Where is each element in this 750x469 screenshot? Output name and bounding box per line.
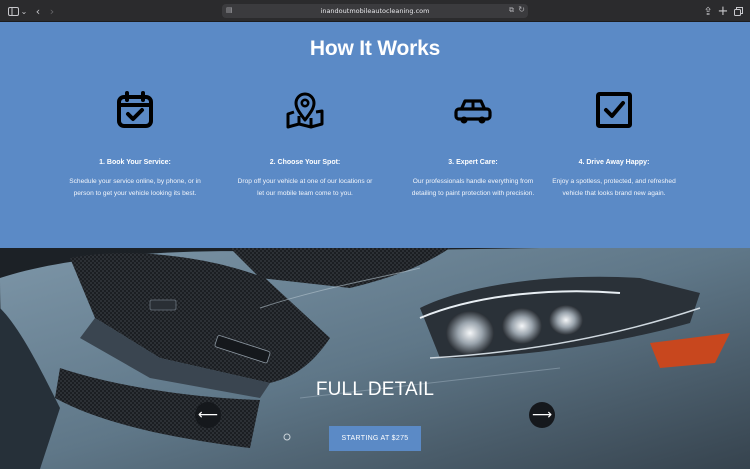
step-text: Drop off your vehicle at one of our loca… bbox=[237, 178, 373, 197]
step-drive-away: 4. Drive Away Happy: Enjoy a spotless, p… bbox=[544, 90, 684, 199]
step-heading: 2. Choose Your Spot: bbox=[269, 159, 341, 166]
back-icon[interactable]: ‹ bbox=[32, 0, 44, 22]
hero-slider: FULL DETAIL ⟵ ⟶ STARTING AT $275 bbox=[0, 248, 750, 469]
forward-icon: › bbox=[49, 4, 55, 18]
section-title: How It Works bbox=[309, 37, 441, 60]
step-heading: 3. Expert Care: bbox=[448, 159, 498, 166]
pricing-cta-button[interactable]: STARTING AT $275 bbox=[329, 426, 421, 451]
step-expert-care: 3. Expert Care: Our professionals handle… bbox=[403, 90, 543, 199]
translate-icon[interactable]: ⧉ bbox=[509, 6, 514, 15]
step-heading: 4. Drive Away Happy: bbox=[578, 159, 650, 166]
step-text: Enjoy a spotless, protected, and refresh… bbox=[552, 178, 676, 197]
checkbox-icon bbox=[594, 90, 634, 130]
how-it-works-section: How It Works 1. Book Your Service: Sched… bbox=[0, 22, 750, 248]
car-icon bbox=[453, 90, 493, 130]
step-choose-spot: 2. Choose Your Spot: Drop off your vehic… bbox=[235, 90, 375, 199]
new-tab-icon[interactable]: + bbox=[717, 0, 729, 22]
reload-icon[interactable]: ↻ bbox=[518, 5, 525, 14]
next-slide-button[interactable]: ⟶ bbox=[529, 402, 555, 428]
step-heading: 1. Book Your Service: bbox=[99, 159, 171, 166]
map-pin-icon bbox=[285, 90, 325, 130]
url-text[interactable]: inandoutmobileautocleaning.com bbox=[222, 4, 528, 18]
browser-toolbar: ⌄ ‹ › ▤ inandoutmobileautocleaning.com ⧉… bbox=[0, 0, 750, 22]
share-icon[interactable]: ⇪ bbox=[702, 0, 714, 22]
address-bar[interactable]: ▤ inandoutmobileautocleaning.com ⧉ ↻ bbox=[222, 4, 528, 18]
step-text: Schedule your service online, by phone, … bbox=[69, 178, 201, 197]
calendar-check-icon bbox=[115, 90, 155, 130]
tabs-icon[interactable] bbox=[732, 0, 744, 22]
prev-slide-button[interactable]: ⟵ bbox=[195, 402, 221, 428]
step-book-service: 1. Book Your Service: Schedule your serv… bbox=[65, 90, 205, 199]
sidebar-icon[interactable] bbox=[6, 0, 20, 22]
chevron-down-icon[interactable]: ⌄ bbox=[20, 0, 28, 22]
step-text: Our professionals handle everything from… bbox=[411, 178, 535, 197]
hero-title: FULL DETAIL bbox=[315, 379, 435, 400]
